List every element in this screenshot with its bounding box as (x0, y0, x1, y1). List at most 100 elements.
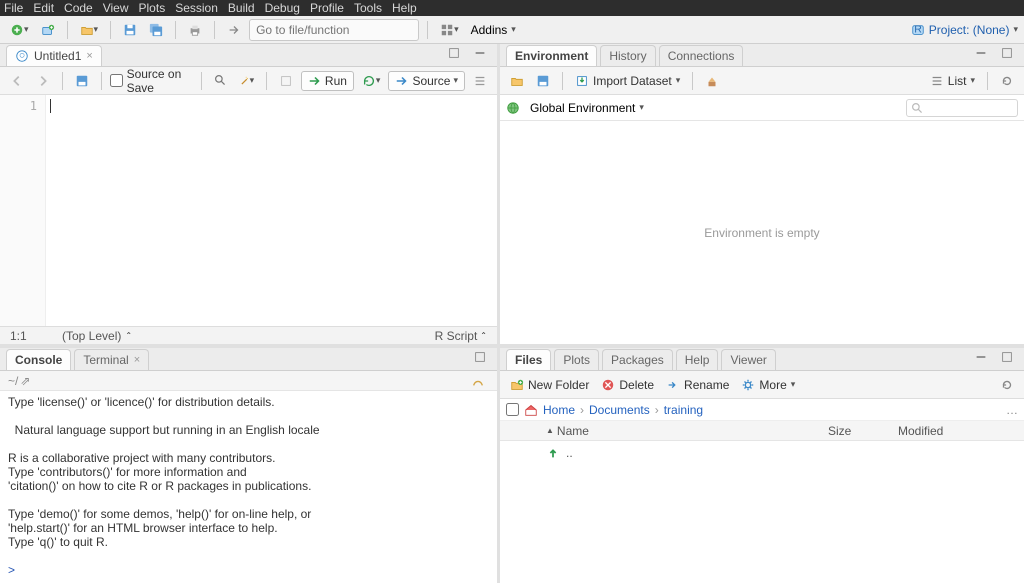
col-name[interactable]: ▲Name (506, 424, 828, 438)
restore-pane-icon[interactable] (996, 42, 1018, 64)
toolbar-separator (110, 21, 111, 39)
new-project-button[interactable] (37, 19, 59, 41)
menu-build[interactable]: Build (228, 1, 255, 15)
open-file-button[interactable]: ▾ (76, 19, 103, 41)
save-all-button[interactable] (145, 19, 167, 41)
addins-button[interactable]: Addins ▾ (467, 23, 520, 37)
knit-icon[interactable] (275, 70, 297, 92)
tab-environment[interactable]: Environment (506, 45, 597, 66)
clear-console-icon[interactable] (467, 370, 489, 392)
scope-label[interactable]: (Top Level) ⌃ (58, 329, 136, 343)
breadcrumb-home[interactable]: Home (543, 403, 575, 417)
menu-session[interactable]: Session (175, 1, 218, 15)
view-mode-button[interactable]: List▾ (926, 74, 979, 88)
collapse-pane-icon[interactable] (970, 42, 992, 64)
source-statusbar: 1:1 (Top Level) ⌃ R Script ⌃ (0, 326, 497, 344)
tab-terminal[interactable]: Terminal× (74, 349, 149, 370)
menu-profile[interactable]: Profile (310, 1, 344, 15)
clear-env-icon[interactable] (701, 70, 723, 92)
restore-pane-icon[interactable] (443, 42, 465, 64)
open-env-icon[interactable] (506, 70, 528, 92)
wand-icon[interactable]: ▾ (236, 70, 258, 92)
refresh-files-icon[interactable] (996, 374, 1018, 396)
code-editor[interactable]: 1 (0, 95, 497, 326)
print-button[interactable] (184, 19, 206, 41)
save-source-button[interactable] (71, 70, 93, 92)
import-icon (575, 74, 589, 88)
restore-pane-icon[interactable] (996, 346, 1018, 368)
tab-packages[interactable]: Packages (602, 349, 673, 370)
rename-button[interactable]: Rename (662, 378, 733, 392)
menu-help[interactable]: Help (392, 1, 417, 15)
run-arrow-icon (308, 74, 322, 88)
close-tab-icon[interactable]: × (134, 354, 140, 366)
toolbar-separator (427, 21, 428, 39)
menu-tools[interactable]: Tools (354, 1, 382, 15)
tab-connections[interactable]: Connections (659, 45, 744, 66)
col-modified[interactable]: Modified (898, 424, 1018, 438)
console-output[interactable]: Type 'license()' or 'licence()' for dist… (0, 391, 497, 583)
restore-pane-icon[interactable] (469, 346, 491, 368)
up-arrow-icon (546, 446, 560, 460)
tab-files[interactable]: Files (506, 349, 551, 370)
new-folder-button[interactable]: New Folder (506, 378, 593, 392)
col-size[interactable]: Size (828, 424, 898, 438)
select-all-checkbox[interactable] (506, 403, 519, 416)
work-area: ○ Untitled1 × Source on Save (0, 44, 1024, 583)
globe-icon (506, 101, 520, 115)
more-button[interactable]: More▾ (737, 378, 799, 392)
find-icon[interactable] (210, 70, 232, 92)
menu-view[interactable]: View (103, 1, 129, 15)
collapse-pane-icon[interactable] (469, 42, 491, 64)
env-tabbar: Environment History Connections (500, 44, 1024, 67)
collapse-pane-icon[interactable] (970, 346, 992, 368)
goto-file-function-input[interactable] (249, 19, 419, 41)
tab-console[interactable]: Console (6, 349, 71, 370)
run-button[interactable]: Run (301, 71, 354, 91)
delete-button[interactable]: Delete (597, 378, 658, 392)
go-to-arrow-icon[interactable] (223, 19, 245, 41)
console-pane: Console Terminal× ~/ ⇗ Type 'license()' … (0, 348, 497, 583)
breadcrumb-documents[interactable]: Documents (589, 403, 650, 417)
console-path: ~/ (8, 374, 18, 388)
new-folder-icon (510, 378, 524, 392)
env-scope-selector[interactable]: Global Environment▾ (526, 101, 648, 115)
editor-gutter: 1 (0, 95, 46, 326)
refresh-icon[interactable] (996, 70, 1018, 92)
tab-viewer[interactable]: Viewer (721, 349, 775, 370)
path-more-icon[interactable]: … (1006, 403, 1018, 417)
toolbar-separator (67, 21, 68, 39)
menu-file[interactable]: File (4, 1, 23, 15)
grid-icon[interactable]: ▾ (436, 19, 463, 41)
save-button[interactable] (119, 19, 141, 41)
project-menu[interactable]: R Project: (None) ▾ (911, 23, 1018, 37)
tab-history[interactable]: History (600, 45, 655, 66)
right-column: Environment History Connections Import D… (497, 44, 1024, 583)
menu-plots[interactable]: Plots (139, 1, 166, 15)
breadcrumb-training[interactable]: training (664, 403, 703, 417)
menu-code[interactable]: Code (64, 1, 93, 15)
addins-label: Addins (471, 23, 508, 37)
home-icon[interactable] (524, 403, 538, 417)
toolbar-separator (214, 21, 215, 39)
console-expand-icon[interactable]: ⇗ (20, 374, 30, 388)
menu-edit[interactable]: Edit (33, 1, 54, 15)
source-button[interactable]: Source ▾ (388, 71, 465, 91)
close-tab-icon[interactable]: × (86, 50, 92, 62)
source-on-save-label: Source on Save (127, 67, 193, 95)
save-env-icon[interactable] (532, 70, 554, 92)
source-tab-untitled[interactable]: ○ Untitled1 × (6, 45, 102, 66)
back-icon[interactable] (6, 70, 28, 92)
outline-icon[interactable] (469, 70, 491, 92)
forward-icon[interactable] (32, 70, 54, 92)
menu-debug[interactable]: Debug (265, 1, 300, 15)
source-on-save-checkbox[interactable] (110, 74, 123, 87)
rerun-icon[interactable]: ▾ (358, 70, 385, 92)
import-dataset-button[interactable]: Import Dataset▾ (571, 74, 684, 88)
file-type-label[interactable]: R Script (435, 329, 478, 343)
new-file-button[interactable]: ▾ (6, 19, 33, 41)
tab-plots[interactable]: Plots (554, 349, 599, 370)
editor-body[interactable] (46, 95, 497, 326)
file-row-up[interactable]: .. (506, 444, 1018, 462)
tab-help[interactable]: Help (676, 349, 719, 370)
